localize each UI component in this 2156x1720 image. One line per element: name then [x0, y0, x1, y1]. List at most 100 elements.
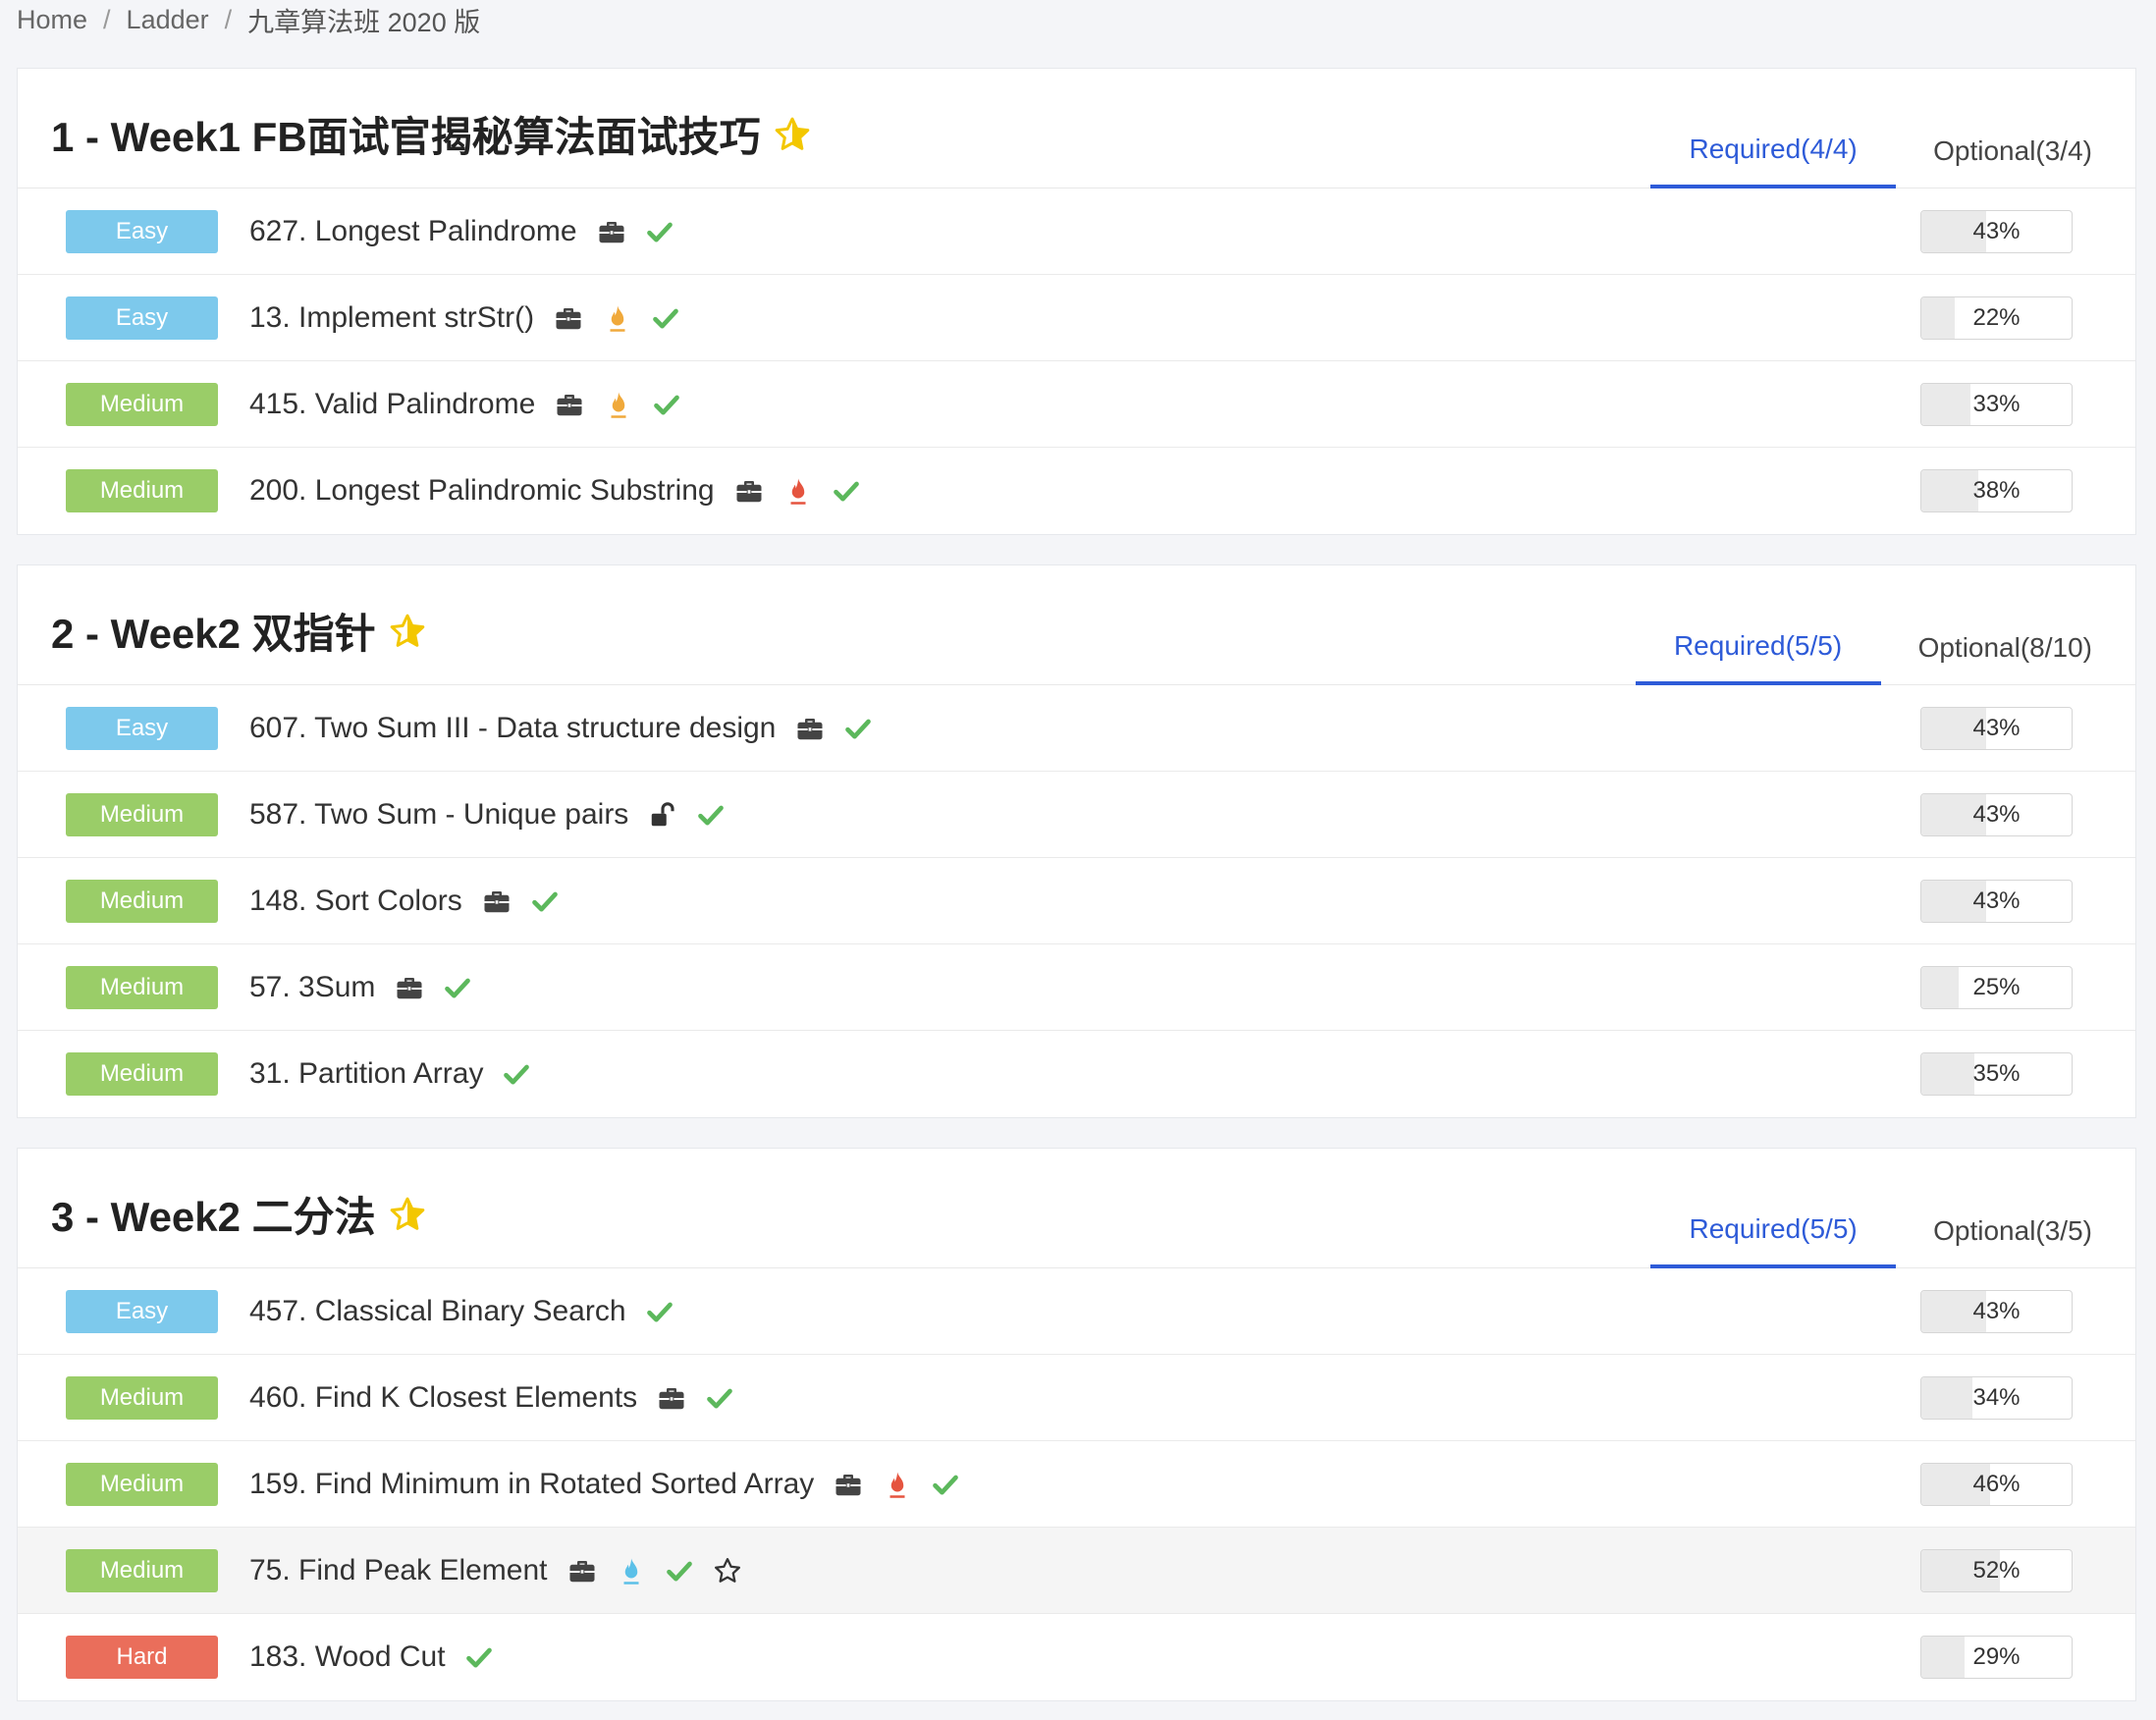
- briefcase-icon: [834, 1470, 863, 1499]
- section-tabs: Required(5/5) Optional(3/5): [1650, 1194, 2135, 1268]
- acceptance-rate-bar: 33%: [1920, 382, 2073, 426]
- problem-title-link[interactable]: 75. Find Peak Element: [249, 1554, 548, 1587]
- section-title[interactable]: 1 - Week1 FB面试官揭秘算法面试技巧: [51, 104, 812, 164]
- difficulty-badge: Easy: [66, 1289, 218, 1333]
- acceptance-rate-bar: 22%: [1920, 296, 2073, 340]
- acceptance-rate-bar: 43%: [1920, 879, 2073, 923]
- problem-row[interactable]: Medium 200. Longest Palindromic Substring…: [18, 448, 2135, 534]
- problem-title: 607. Two Sum III - Data structure design: [249, 712, 872, 745]
- tab-optional[interactable]: Optional(8/10): [1918, 611, 2092, 685]
- difficulty-badge: Medium: [66, 965, 218, 1009]
- favorite-star-icon[interactable]: [773, 115, 812, 154]
- acceptance-rate-label: 43%: [1972, 1297, 2021, 1324]
- breadcrumb: Home / Ladder / 九章算法班 2020 版: [0, 0, 2156, 39]
- acceptance-rate-label: 22%: [1972, 303, 2021, 331]
- briefcase-icon: [567, 1556, 597, 1586]
- problem-row[interactable]: Easy 13. Implement strStr() 22%: [18, 275, 2135, 361]
- briefcase-icon: [734, 476, 764, 506]
- acceptance-rate-label: 43%: [1972, 714, 2021, 741]
- problem-title: 159. Find Minimum in Rotated Sorted Arra…: [249, 1468, 959, 1501]
- problem-row[interactable]: Medium 460. Find K Closest Elements 34%: [18, 1355, 2135, 1441]
- tab-optional[interactable]: Optional(3/5): [1933, 1194, 2092, 1268]
- flame-orange-icon: [604, 390, 633, 419]
- problem-title-link[interactable]: 200. Longest Palindromic Substring: [249, 474, 715, 508]
- acceptance-rate-bar: 38%: [1920, 469, 2073, 512]
- difficulty-badge: Medium: [66, 879, 218, 923]
- star-outline-icon[interactable]: [713, 1556, 742, 1586]
- acceptance-rate-label: 43%: [1972, 217, 2021, 244]
- check-icon: [653, 391, 680, 418]
- section-title-text: 2 - Week2 双指针: [51, 611, 376, 657]
- acceptance-rate-label: 34%: [1972, 1383, 2021, 1411]
- check-icon: [652, 304, 679, 332]
- problem-title: 148. Sort Colors: [249, 885, 559, 918]
- check-icon: [697, 801, 725, 829]
- problem-title-link[interactable]: 457. Classical Binary Search: [249, 1295, 626, 1328]
- problem-title: 460. Find K Closest Elements: [249, 1381, 733, 1415]
- unlock-icon: [648, 800, 677, 830]
- problem-title-link[interactable]: 627. Longest Palindrome: [249, 215, 577, 248]
- section-tabs: Required(5/5) Optional(8/10): [1635, 611, 2135, 685]
- favorite-star-icon[interactable]: [388, 612, 427, 651]
- tab-required[interactable]: Required(5/5): [1650, 1194, 1897, 1268]
- problem-title-link[interactable]: 159. Find Minimum in Rotated Sorted Arra…: [249, 1468, 814, 1501]
- briefcase-icon: [657, 1383, 686, 1413]
- problem-title-link[interactable]: 183. Wood Cut: [249, 1640, 446, 1674]
- tab-required[interactable]: Required(5/5): [1635, 611, 1881, 685]
- acceptance-rate-bar: 43%: [1920, 792, 2073, 836]
- problem-row[interactable]: Medium 159. Find Minimum in Rotated Sorte…: [18, 1441, 2135, 1528]
- section-tabs: Required(4/4) Optional(3/4): [1650, 114, 2135, 188]
- problem-row[interactable]: Medium 415. Valid Palindrome 33%: [18, 361, 2135, 448]
- acceptance-rate-label: 43%: [1972, 887, 2021, 914]
- acceptance-rate-bar: 34%: [1920, 1375, 2073, 1420]
- acceptance-rate-label: 52%: [1972, 1556, 2021, 1584]
- problem-row[interactable]: Medium 587. Two Sum - Unique pairs 43%: [18, 772, 2135, 858]
- difficulty-badge: Medium: [66, 1052, 218, 1096]
- briefcase-icon: [555, 390, 584, 419]
- problem-title-link[interactable]: 13. Implement strStr(): [249, 301, 534, 335]
- section-header: 1 - Week1 FB面试官揭秘算法面试技巧 Required(4/4) Opti…: [18, 69, 2135, 188]
- problem-row[interactable]: Medium 31. Partition Array 35%: [18, 1031, 2135, 1117]
- acceptance-rate-label: 46%: [1972, 1470, 2021, 1497]
- section-title-text: 1 - Week1 FB面试官揭秘算法面试技巧: [51, 114, 761, 160]
- favorite-star-icon[interactable]: [388, 1195, 427, 1234]
- problem-title-link[interactable]: 587. Two Sum - Unique pairs: [249, 798, 628, 832]
- tab-optional[interactable]: Optional(3/4): [1933, 114, 2092, 188]
- check-icon: [465, 1643, 493, 1671]
- section-title[interactable]: 2 - Week2 双指针: [51, 601, 427, 661]
- problem-title: 415. Valid Palindrome: [249, 388, 680, 421]
- problem-row[interactable]: Easy 457. Classical Binary Search 43%: [18, 1268, 2135, 1355]
- problem-title-link[interactable]: 31. Partition Array: [249, 1057, 483, 1091]
- problem-title-link[interactable]: 607. Two Sum III - Data structure design: [249, 712, 776, 745]
- problem-title-link[interactable]: 148. Sort Colors: [249, 885, 462, 918]
- problem-title-link[interactable]: 57. 3Sum: [249, 971, 375, 1004]
- acceptance-rate-label: 43%: [1972, 800, 2021, 828]
- flame-orange-icon: [603, 303, 632, 333]
- difficulty-badge: Medium: [66, 1462, 218, 1506]
- problem-row[interactable]: Easy 607. Two Sum III - Data structure de…: [18, 685, 2135, 772]
- breadcrumb-home-link[interactable]: Home: [17, 5, 87, 35]
- tab-required[interactable]: Required(4/4): [1650, 114, 1897, 188]
- acceptance-rate-label: 25%: [1972, 973, 2021, 1000]
- problem-title-link[interactable]: 415. Valid Palindrome: [249, 388, 535, 421]
- acceptance-rate-bar: 35%: [1920, 1052, 2073, 1096]
- flame-red-icon: [783, 476, 813, 506]
- difficulty-badge: Hard: [66, 1636, 218, 1679]
- problem-row[interactable]: Hard 183. Wood Cut 29%: [18, 1614, 2135, 1700]
- breadcrumb-ladder-link[interactable]: Ladder: [127, 5, 209, 35]
- problem-row[interactable]: Medium 75. Find Peak Element 52%: [18, 1528, 2135, 1614]
- problem-row[interactable]: Medium 148. Sort Colors 43%: [18, 858, 2135, 944]
- problem-title-link[interactable]: 460. Find K Closest Elements: [249, 1381, 637, 1415]
- section-title[interactable]: 3 - Week2 二分法: [51, 1184, 427, 1244]
- difficulty-badge: Easy: [66, 296, 218, 340]
- check-icon: [503, 1060, 530, 1088]
- problem-title: 57. 3Sum: [249, 971, 471, 1004]
- problem-title: 200. Longest Palindromic Substring: [249, 474, 860, 508]
- problem-row[interactable]: Medium 57. 3Sum 25%: [18, 944, 2135, 1031]
- week-section: 2 - Week2 双指针 Required(5/5) Optional(8/10)…: [17, 564, 2136, 1118]
- problem-row[interactable]: Easy 627. Longest Palindrome 43%: [18, 188, 2135, 275]
- problem-title: 587. Two Sum - Unique pairs: [249, 798, 725, 832]
- flame-blue-icon: [617, 1556, 646, 1586]
- acceptance-rate-label: 29%: [1972, 1643, 2021, 1670]
- difficulty-badge: Easy: [66, 209, 218, 253]
